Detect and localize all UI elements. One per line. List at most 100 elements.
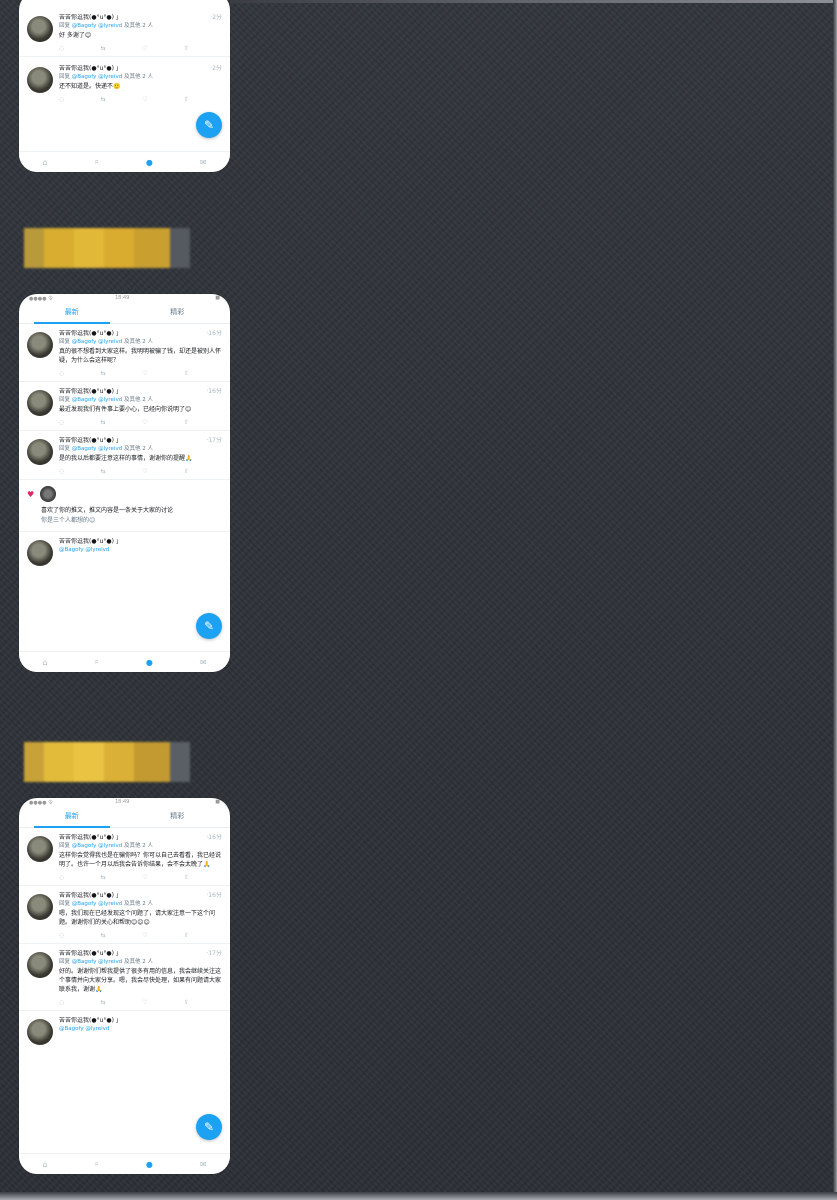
phone-screenshot-1: 苦苦你逗我(●°u°●)​ 」 ·2分 回复 @Bagofy @lyreivd 及…: [19, 0, 230, 172]
reply-handles[interactable]: @Bagofy @lyreivd: [72, 339, 122, 345]
share-icon[interactable]: ⇧: [184, 45, 189, 52]
avatar[interactable]: [27, 332, 53, 358]
retweet-icon[interactable]: ⇆: [101, 419, 106, 426]
heart-icon: ♥: [27, 489, 35, 499]
reply-handles[interactable]: @Bagofy @lyreivd: [72, 843, 122, 849]
share-icon[interactable]: ⇧: [184, 999, 189, 1006]
reply-handles[interactable]: @Bagofy @lyreivd: [72, 446, 122, 452]
tweet-item[interactable]: 苦苦你逗我(●°u°●)​ 」 ·16分 回复 @Bagofy @lyreivd …: [19, 828, 230, 885]
tweet-author: 苦苦你逗我(●°u°●)​ 」: [59, 330, 122, 337]
retweet-icon[interactable]: ⇆: [101, 874, 106, 881]
tweet-item[interactable]: 苦苦你逗我(●°u°●)​ 」 ·17分 回复 @Bagofy @lyreivd …: [19, 944, 230, 1010]
search-icon[interactable]: ⌕: [94, 157, 98, 167]
mail-icon[interactable]: ✉: [200, 658, 207, 667]
reply-handles[interactable]: @Bagofy @lyreivd: [72, 397, 122, 403]
home-icon[interactable]: ⌂: [42, 158, 47, 167]
tweet-item[interactable]: 苦苦你逗我(●°u°●)​ 」 ·2分 回复 @Bagofy @lyreivd 及…: [19, 0, 230, 56]
avatar[interactable]: [27, 836, 53, 862]
compose-icon[interactable]: ✎: [196, 112, 222, 138]
battery-icon: ■: [215, 799, 220, 805]
bell-icon[interactable]: ●: [146, 1160, 153, 1169]
reply-suffix: 及其他 2 人: [123, 339, 153, 345]
tweet-item[interactable]: 苦苦你逗我(●°u°●)​ 」 ·16分 回复 @Bagofy @lyreivd …: [19, 382, 230, 430]
tweet-item[interactable]: 苦苦你逗我(●°u°●)​ 」 ·16分 回复 @Bagofy @lyreivd …: [19, 886, 230, 943]
tab-top[interactable]: 精彩: [125, 807, 231, 827]
reply-prefix: 回复: [59, 339, 71, 345]
avatar[interactable]: [40, 486, 57, 502]
bell-icon[interactable]: ●: [146, 158, 153, 167]
tweet-author: 苦苦你逗我(●°u°●)​ 」: [59, 1017, 122, 1024]
tweet-item[interactable]: 苦苦你逗我(●°u°●)​ 」 @Bagofy @lyreivd: [19, 532, 230, 566]
reply-icon[interactable]: ◌: [59, 370, 64, 377]
reply-icon[interactable]: ◌: [59, 45, 64, 52]
reply-handles[interactable]: @Bagofy @lyreivd: [59, 1026, 109, 1032]
reply-suffix: 及其他 2 人: [123, 23, 153, 29]
tweet-item[interactable]: 苦苦你逗我(●°u°●)​ 」 ·2分 回复 @Bagofy @lyreivd 及…: [19, 57, 230, 107]
avatar[interactable]: [27, 390, 53, 416]
heart-icon[interactable]: ♡: [142, 370, 147, 377]
reply-icon[interactable]: ◌: [59, 468, 64, 475]
retweet-icon[interactable]: ⇆: [101, 370, 106, 377]
reply-handles[interactable]: @Bagofy @lyreivd: [59, 547, 109, 553]
avatar[interactable]: [27, 894, 53, 920]
tweet-item[interactable]: 苦苦你逗我(●°u°●)​ 」 @Bagofy @lyreivd: [19, 1011, 230, 1045]
tweet-author: 苦苦你逗我(●°u°●)​ 」: [59, 437, 122, 444]
home-icon[interactable]: ⌂: [42, 1160, 47, 1169]
heart-icon[interactable]: ♡: [142, 419, 147, 426]
heart-icon[interactable]: ♡: [142, 999, 147, 1006]
avatar[interactable]: [27, 439, 53, 465]
reply-icon[interactable]: ◌: [59, 874, 64, 881]
share-icon[interactable]: ⇧: [184, 468, 189, 475]
avatar[interactable]: [27, 1019, 53, 1045]
tab-latest[interactable]: 最新: [19, 807, 125, 828]
tab-bar: 最新 精彩: [19, 807, 230, 828]
mail-icon[interactable]: ✉: [200, 1160, 207, 1169]
tweet-item[interactable]: 苦苦你逗我(●°u°●)​ 」 ·17分 回复 @Bagofy @lyreivd …: [19, 431, 230, 479]
heart-icon[interactable]: ♡: [142, 96, 147, 103]
share-icon[interactable]: ⇧: [184, 370, 189, 377]
avatar[interactable]: [27, 540, 53, 566]
tweet-item[interactable]: 苦苦你逗我(●°u°●)​ 」 ·16分 回复 @Bagofy @lyreivd …: [19, 324, 230, 381]
share-icon[interactable]: ⇧: [184, 874, 189, 881]
retweet-icon[interactable]: ⇆: [101, 96, 106, 103]
heart-icon[interactable]: ♡: [142, 468, 147, 475]
reply-icon[interactable]: ◌: [59, 419, 64, 426]
retweet-icon[interactable]: ⇆: [101, 45, 106, 52]
tab-top[interactable]: 精彩: [125, 303, 231, 323]
avatar[interactable]: [27, 16, 53, 42]
retweet-icon[interactable]: ⇆: [101, 468, 106, 475]
tweet-time: ·16分: [206, 388, 222, 395]
avatar[interactable]: [27, 952, 53, 978]
reply-icon[interactable]: ◌: [59, 96, 64, 103]
tweet-text: 真的很不想看到大家这样。我明明被骗了钱，却还是被别人怀疑，为什么会这样呢？: [59, 348, 222, 364]
battery-icon: ■: [215, 295, 220, 301]
compose-icon[interactable]: ✎: [196, 613, 222, 639]
search-icon[interactable]: ⌕: [94, 1159, 98, 1169]
status-time: 18:49: [115, 295, 130, 301]
mail-icon[interactable]: ✉: [200, 158, 207, 167]
heart-icon[interactable]: ♡: [142, 874, 147, 881]
reply-handles[interactable]: @Bagofy @lyreivd: [72, 901, 122, 907]
bell-icon[interactable]: ●: [146, 658, 153, 667]
search-icon[interactable]: ⌕: [94, 657, 98, 667]
retweet-icon[interactable]: ⇆: [101, 932, 106, 939]
heart-icon[interactable]: ♡: [142, 45, 147, 52]
home-icon[interactable]: ⌂: [42, 658, 47, 667]
tweet-text: 是的我以后都要注意这样的事情，谢谢你的提醒🙏: [59, 455, 193, 462]
reply-handles[interactable]: @Bagofy @lyreivd: [72, 959, 122, 965]
heart-icon[interactable]: ♡: [142, 932, 147, 939]
retweet-icon[interactable]: ⇆: [101, 999, 106, 1006]
compose-icon[interactable]: ✎: [196, 1114, 222, 1140]
reply-icon[interactable]: ◌: [59, 999, 64, 1006]
avatar[interactable]: [27, 67, 53, 93]
share-icon[interactable]: ⇧: [184, 96, 189, 103]
share-icon[interactable]: ⇧: [184, 419, 189, 426]
reply-handles[interactable]: @Bagofy @lyreivd: [72, 74, 122, 80]
reply-prefix: 回复: [59, 397, 71, 403]
share-icon[interactable]: ⇧: [184, 932, 189, 939]
reply-handles[interactable]: @Bagofy @lyreivd: [72, 23, 122, 29]
reply-icon[interactable]: ◌: [59, 932, 64, 939]
like-notification[interactable]: ♥ 喜欢了你的推文，推文内容是一条关于大家的讨论 你是三个人都想的😊: [19, 480, 230, 525]
tab-latest[interactable]: 最新: [19, 303, 125, 324]
notification-text: 喜欢了你的推文，推文内容是一条关于大家的讨论: [41, 507, 174, 514]
